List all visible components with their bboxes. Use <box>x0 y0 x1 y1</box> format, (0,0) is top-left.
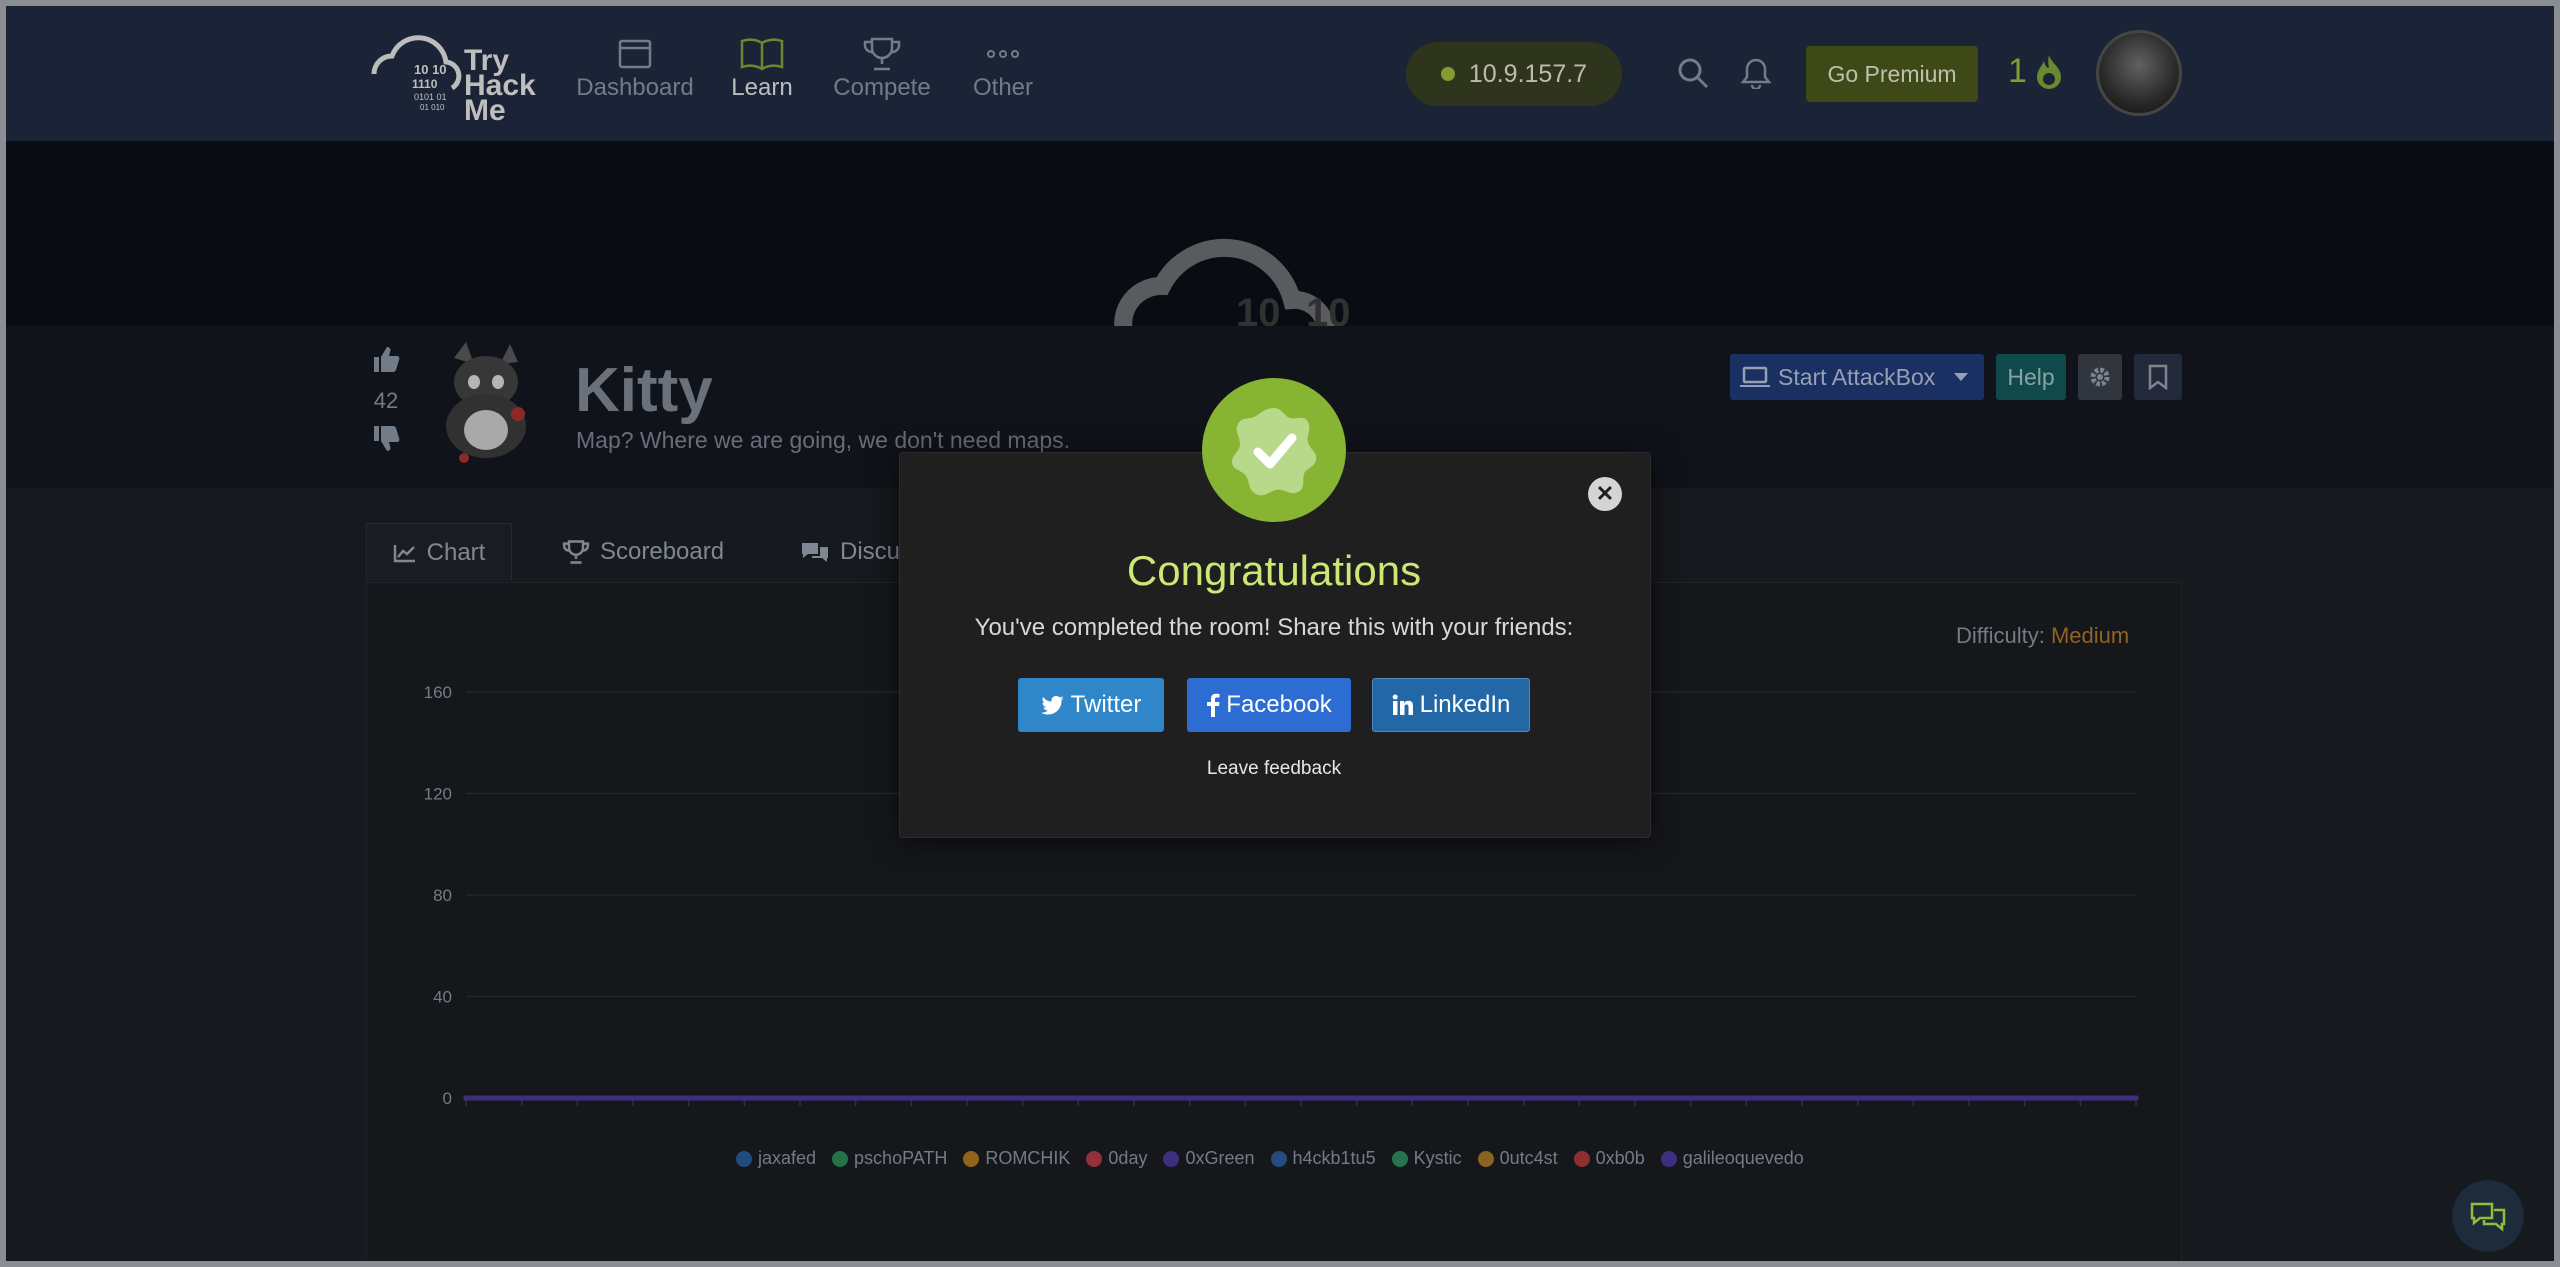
linkedin-label: LinkedIn <box>1419 691 1511 718</box>
completion-badge <box>1202 378 1346 522</box>
facebook-icon <box>1207 693 1220 717</box>
share-linkedin-button[interactable]: LinkedIn <box>1372 678 1530 732</box>
share-twitter-button[interactable]: Twitter <box>1018 678 1164 732</box>
modal-message: You've completed the room! Share this wi… <box>974 614 1574 641</box>
modal-close-button[interactable]: ✕ <box>1588 477 1622 511</box>
twitter-label: Twitter <box>1070 691 1142 718</box>
check-badge-icon <box>1232 408 1317 496</box>
chat-support-button[interactable] <box>2452 1180 2524 1252</box>
modal-title: Congratulations <box>1126 547 1422 594</box>
share-facebook-button[interactable]: Facebook <box>1187 678 1351 732</box>
close-icon: ✕ <box>1595 481 1615 506</box>
leave-feedback-link[interactable]: Leave feedback <box>899 758 1649 780</box>
chat-bubbles-icon <box>2470 1202 2506 1232</box>
twitter-icon <box>1040 696 1064 715</box>
linkedin-icon <box>1392 694 1413 715</box>
facebook-label: Facebook <box>1226 691 1332 718</box>
